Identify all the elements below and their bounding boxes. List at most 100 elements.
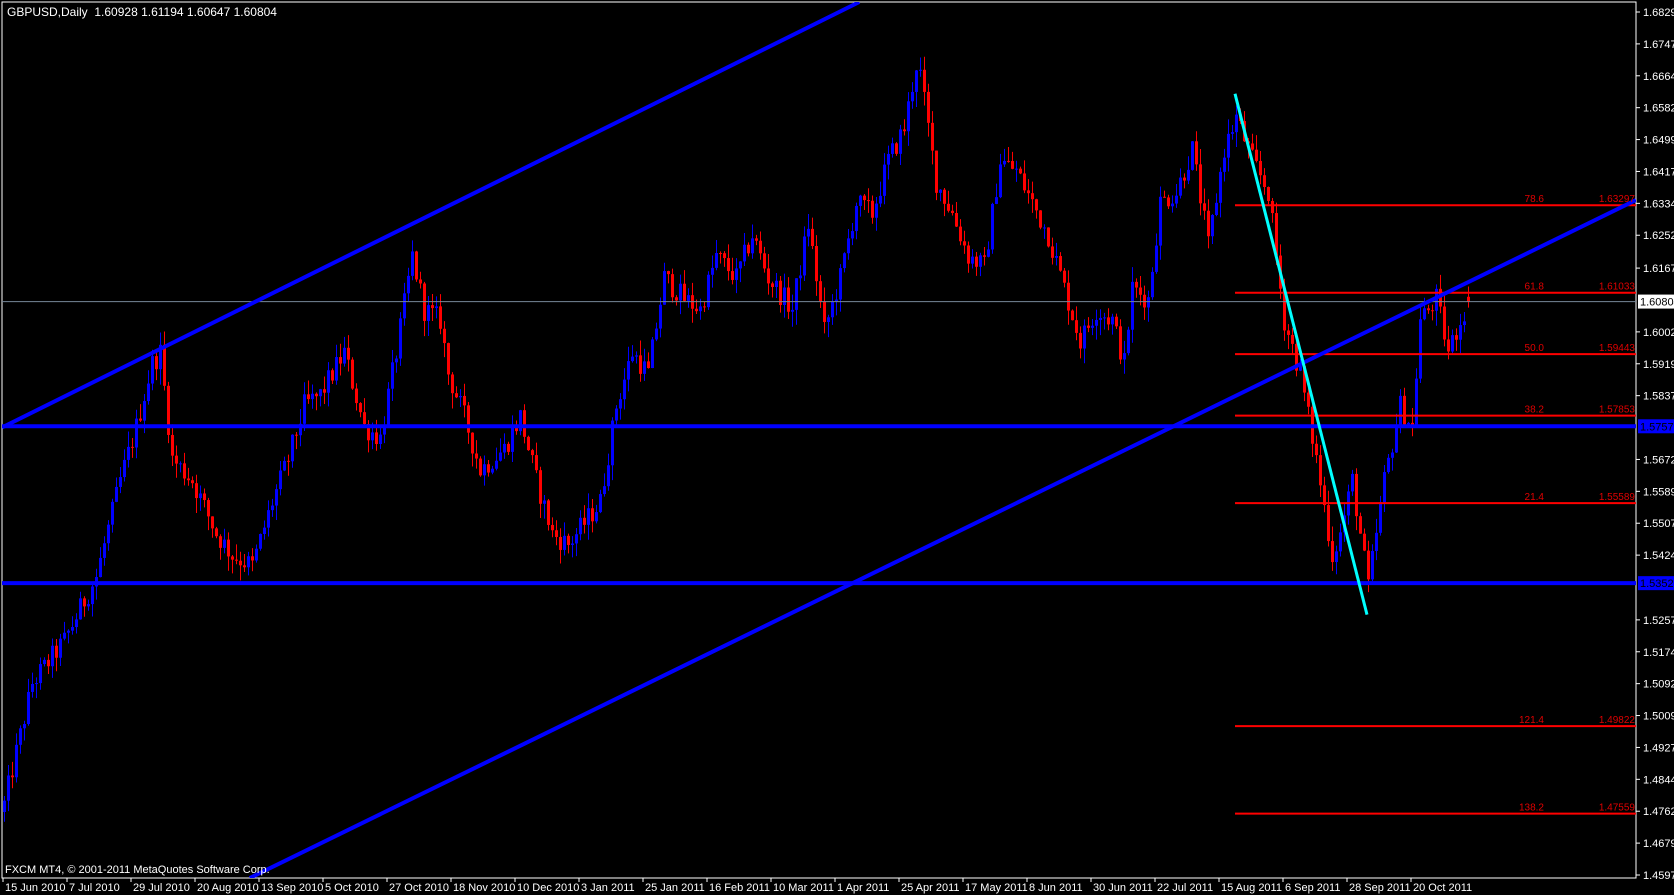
candle-body	[1015, 168, 1018, 170]
x-tick-label: 1 Apr 2011	[837, 882, 889, 894]
candle-body	[303, 394, 306, 424]
candle-body	[415, 251, 418, 280]
candle-body	[967, 245, 970, 264]
candle-body	[287, 460, 290, 462]
candle-body	[315, 393, 318, 397]
price-chart[interactable]: 78.6 1.63297 61.8 1.61033 50.0 1.59443 38.2 1.5…	[0, 0, 1674, 895]
y-tick-label: 1.66645	[1643, 71, 1674, 83]
candle-body	[1123, 353, 1126, 360]
candle-body	[111, 501, 114, 525]
candle-body	[1127, 329, 1130, 354]
candle-body	[835, 299, 838, 302]
candle-body	[791, 309, 794, 312]
candle-body	[1291, 334, 1294, 344]
y-tick-label: 1.64995	[1643, 135, 1674, 147]
candle-body	[1467, 296, 1470, 302]
candle-body	[807, 228, 810, 237]
candle-body	[1191, 141, 1194, 170]
candle-body	[687, 295, 690, 301]
candle-body	[103, 543, 106, 558]
candle-body	[555, 530, 558, 537]
candle-body	[1255, 149, 1258, 161]
candle-body	[551, 524, 554, 531]
fib-level-label: 121.4	[1519, 715, 1544, 726]
candle-body	[1451, 335, 1454, 352]
candle	[479, 456, 482, 477]
candle-body	[1007, 160, 1010, 162]
candle-body	[1075, 320, 1078, 333]
candle	[415, 250, 418, 282]
x-tick-label: 28 Sep 2011	[1349, 882, 1411, 894]
candle-body	[643, 361, 646, 374]
candle-body	[943, 189, 946, 204]
candle-body	[607, 465, 610, 487]
candle-body	[543, 500, 546, 504]
candle-body	[195, 483, 198, 499]
candle-body	[75, 619, 78, 628]
x-tick-label: 3 Jan 2011	[581, 882, 635, 894]
candle-body	[255, 548, 258, 561]
candle-body	[1139, 287, 1142, 295]
candle-body	[1111, 316, 1114, 325]
candle-body	[39, 664, 42, 684]
candle-body	[463, 395, 466, 406]
candle-body	[635, 355, 638, 357]
candle-body	[499, 452, 502, 461]
candle-body	[795, 278, 798, 310]
candle-body	[979, 255, 982, 267]
candle-body	[339, 357, 342, 364]
candle	[707, 271, 710, 310]
candle-body	[407, 275, 410, 294]
candle-body	[259, 533, 262, 549]
candle-body	[391, 362, 394, 389]
candle-body	[1403, 395, 1406, 425]
candle-body	[1027, 190, 1030, 194]
candle-body	[403, 293, 406, 319]
candle-body	[1459, 325, 1462, 340]
candle-body	[1359, 516, 1362, 534]
candle-body	[819, 281, 822, 302]
candle-body	[1371, 551, 1374, 580]
candle-body	[1227, 133, 1230, 158]
candle-body	[227, 539, 230, 557]
candle-body	[123, 459, 126, 478]
candle-body	[679, 283, 682, 301]
candle	[1039, 210, 1042, 230]
candle-body	[523, 410, 526, 437]
plot-area[interactable]	[1, 1, 1637, 879]
candle-body	[311, 393, 314, 400]
candle-body	[615, 408, 618, 421]
candle-body	[1339, 532, 1342, 552]
candle-body	[711, 267, 714, 275]
candle-body	[619, 399, 622, 409]
candle-body	[431, 305, 434, 309]
candle-body	[559, 536, 562, 550]
y-tick-label: 1.63345	[1643, 198, 1674, 210]
candle-body	[1159, 196, 1162, 246]
candle-body	[1223, 157, 1226, 172]
candle-body	[1131, 281, 1134, 330]
candle-body	[787, 287, 790, 312]
candle-body	[243, 565, 246, 568]
candle-body	[775, 280, 778, 288]
y-tick-label: 1.47620	[1643, 806, 1674, 818]
candle-body	[535, 455, 538, 471]
candle-body	[1031, 193, 1034, 200]
candle-body	[1043, 227, 1046, 229]
fib-price-label: 1.55589	[1599, 492, 1636, 503]
candle-body	[919, 69, 922, 71]
candle-body	[495, 460, 498, 469]
y-tick-label: 1.59195	[1643, 359, 1674, 371]
candle-body	[1203, 203, 1206, 211]
candle	[399, 312, 402, 366]
x-tick-label: 18 Nov 2010	[453, 882, 515, 894]
candle-body	[1047, 227, 1050, 247]
candle-body	[703, 306, 706, 308]
candle-body	[1019, 168, 1022, 174]
candle-body	[163, 344, 166, 386]
x-tick-label: 29 Jul 2010	[133, 882, 190, 894]
candle-body	[439, 306, 442, 329]
candle-body	[623, 379, 626, 400]
candle-body	[1011, 161, 1014, 169]
candle-body	[63, 632, 66, 639]
